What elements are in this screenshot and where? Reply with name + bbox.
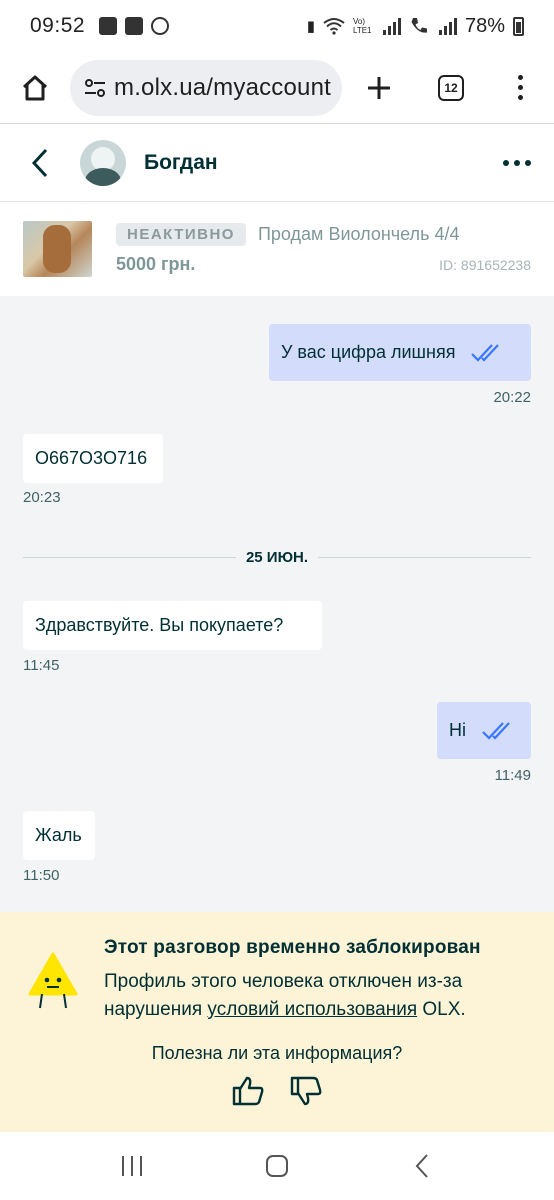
wifi-call-icon — [411, 18, 427, 33]
feedback-question: Полезна ли эта информация? — [151, 1043, 403, 1063]
status-time: 09:52 — [30, 14, 86, 37]
home-nav-icon — [265, 1155, 288, 1177]
blocked-conversation-notice: Этот разговор временно заблокирован Проф… — [0, 912, 554, 1132]
ad-title[interactable]: Продам Виолончель 4/4 — [258, 224, 459, 245]
message-bubble-incoming[interactable]: Жаль — [23, 811, 95, 860]
more-horizontal-icon[interactable] — [480, 124, 554, 202]
date-divider: 25 ИЮН. — [23, 547, 532, 567]
avatar[interactable] — [80, 139, 126, 186]
gallery-notification-icon — [99, 17, 118, 35]
home-button[interactable] — [0, 52, 70, 124]
wifi-icon — [323, 18, 345, 35]
back-button[interactable] — [0, 124, 80, 202]
contact-name[interactable]: Богдан — [144, 151, 218, 175]
tune-icon[interactable] — [82, 75, 108, 101]
terms-link[interactable]: условий использования — [207, 999, 417, 1020]
message-time: 11:45 — [23, 657, 60, 674]
checkbox-notification-icon — [125, 17, 144, 35]
message-text: Жаль — [35, 825, 82, 845]
message-bubble-incoming[interactable]: O667O3O716 — [23, 434, 163, 483]
notice-body: Профиль этого человека отключен из-за на… — [104, 968, 524, 1024]
recent-apps-button[interactable] — [102, 1136, 162, 1196]
notice-body-end: OLX. — [417, 999, 466, 1020]
message-time: 20:22 — [493, 389, 531, 406]
chevron-left-icon — [31, 148, 48, 177]
thumbs-down-icon — [290, 1076, 322, 1106]
ad-info: НЕАКТИВНО Продам Виолончель 4/4 5000 грн… — [116, 223, 554, 275]
notification-icons — [99, 17, 170, 35]
ad-summary[interactable]: НЕАКТИВНО Продам Виолончель 4/4 5000 грн… — [0, 202, 554, 296]
message-bubble-outgoing[interactable]: У вас цифра лишняя — [269, 324, 531, 381]
signal-icon-1 — [382, 17, 401, 35]
system-nav-bar — [0, 1132, 554, 1200]
status-badge: НЕАКТИВНО — [116, 223, 246, 246]
address-bar[interactable]: m.olx.ua/myaccount — [70, 59, 342, 116]
home-icon — [22, 75, 48, 100]
double-check-icon — [482, 721, 510, 740]
more-vertical-icon[interactable] — [486, 52, 554, 124]
url-text: m.olx.ua/myaccount — [114, 73, 332, 101]
feedback-buttons — [0, 1074, 554, 1108]
back-nav-icon — [415, 1154, 428, 1178]
message-text: Ні — [449, 720, 466, 740]
status-right: ▮ Vo) LTE1 78% — [307, 15, 524, 38]
tab-switcher-button[interactable]: 12 — [416, 52, 486, 124]
message-text: Здравствуйте. Вы покупаете? — [35, 615, 284, 635]
warning-face-icon — [28, 952, 78, 1009]
message-time: 11:49 — [494, 767, 531, 784]
ad-price: 5000 грн. — [116, 254, 196, 274]
message-text: O667O3O716 — [35, 448, 148, 468]
home-nav-button[interactable] — [247, 1136, 307, 1196]
like-button[interactable] — [231, 1074, 265, 1108]
sim-icon: ▮ — [306, 18, 315, 35]
notice-title: Этот разговор временно заблокирован — [104, 937, 481, 958]
message-time: 11:50 — [23, 867, 60, 884]
plus-icon — [368, 76, 390, 99]
back-nav-button[interactable] — [392, 1136, 452, 1196]
recent-apps-icon — [122, 1156, 143, 1176]
message-list[interactable]: У вас цифра лишняя 20:22 O667O3O716 20:2… — [0, 296, 554, 912]
message-time: 20:23 — [23, 489, 61, 506]
date-divider-label: 25 ИЮН. — [245, 548, 309, 566]
status-bar: 09:52 ▮ Vo) LTE1 78% — [0, 0, 554, 52]
battery-icon — [513, 16, 524, 36]
tab-count: 12 — [438, 74, 464, 101]
new-tab-button[interactable] — [342, 52, 416, 124]
double-check-icon — [471, 343, 500, 362]
network-label: Vo) LTE1 — [352, 17, 372, 35]
battery-percent: 78% — [464, 14, 505, 37]
ad-thumbnail[interactable] — [23, 221, 92, 277]
ad-id: ID: 891652238 — [439, 256, 531, 273]
thumbs-up-icon — [232, 1076, 264, 1106]
browser-toolbar: m.olx.ua/myaccount 12 — [0, 52, 554, 124]
chat-header: Богдан — [0, 124, 554, 202]
message-bubble-outgoing[interactable]: Ні — [437, 702, 531, 759]
message-text: У вас цифра лишняя — [281, 342, 456, 362]
signal-icon-2 — [438, 17, 457, 35]
dislike-button[interactable] — [289, 1074, 323, 1108]
message-bubble-incoming[interactable]: Здравствуйте. Вы покупаете? — [23, 601, 322, 650]
emoji-notification-icon — [151, 17, 170, 35]
